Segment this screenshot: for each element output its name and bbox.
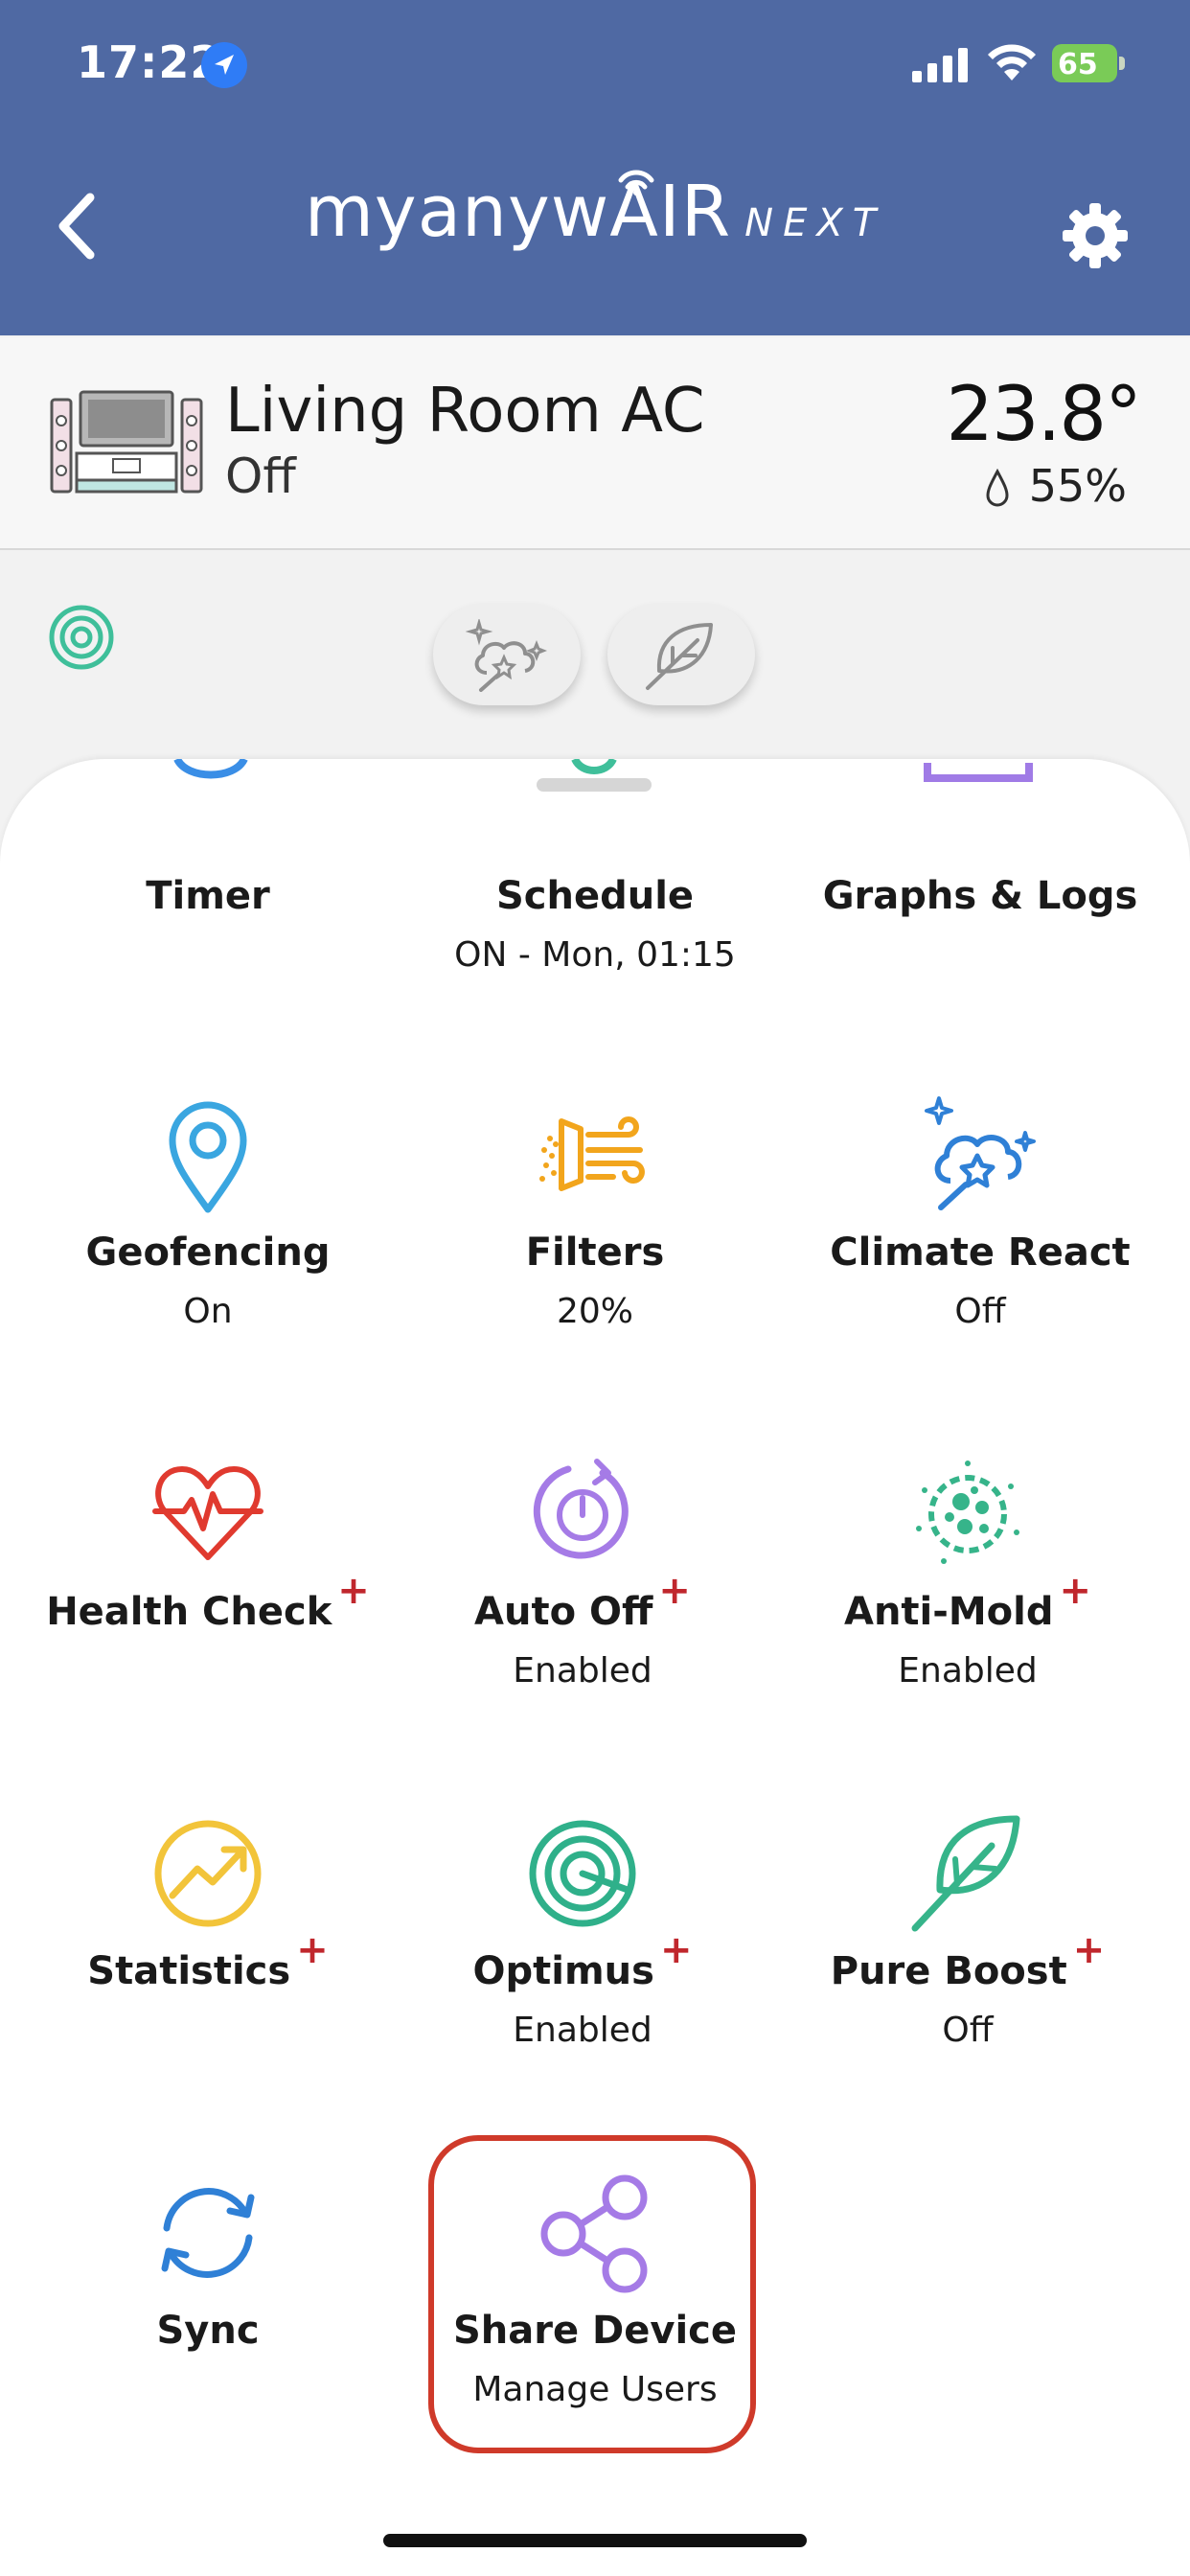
home-indicator[interactable] (383, 2534, 807, 2547)
current-humidity: 55% (985, 460, 1127, 512)
statistics-label: Statistics (87, 1949, 291, 1993)
share-device-highlight-box (428, 2135, 756, 2453)
schedule-label: Schedule (495, 874, 695, 918)
optimus-status: Enabled (513, 2011, 652, 2050)
timer-icon (173, 759, 248, 779)
device-power-state: Off (225, 448, 296, 504)
device-name: Living Room AC (225, 376, 705, 447)
auto-off-label: Auto Off (474, 1590, 653, 1634)
timer-label: Timer (146, 874, 270, 918)
climate-react-status: Off (954, 1292, 1006, 1331)
premium-plus-mark: + (296, 1928, 329, 1972)
brand-wifi-mark-icon (618, 170, 654, 196)
power-timer-icon (533, 1459, 629, 1559)
location-pin-icon (169, 1101, 247, 1213)
graphs-icon (924, 763, 1033, 782)
geofencing-tile[interactable]: Geofencing On (26, 1092, 390, 1331)
premium-plus-mark: + (1059, 1569, 1091, 1613)
current-temperature: 23.8° (946, 372, 1142, 458)
climate-react-icon (925, 1096, 1036, 1210)
anti-mold-tile[interactable]: Anti-Mold + Enabled (786, 1452, 1150, 1690)
leaf-quick-icon (646, 623, 713, 690)
graphs-logs-label: Graphs & Logs (822, 874, 1138, 918)
health-check-label: Health Check (46, 1590, 332, 1634)
pure-boost-status: Off (942, 2011, 994, 2050)
auto-off-status: Enabled (513, 1651, 652, 1690)
living-room-icon (50, 390, 203, 494)
battery-indicator: 65 (1052, 44, 1127, 82)
humidity-value: 55% (1028, 460, 1127, 512)
heart-pulse-icon (152, 1466, 263, 1560)
premium-plus-mark: + (658, 1569, 691, 1613)
auto-off-tile[interactable]: Auto Off + Enabled (400, 1452, 765, 1690)
statistics-tile[interactable]: Statistics + (26, 1811, 390, 1993)
pure-boost-label: Pure Boost (830, 1949, 1067, 1993)
climate-react-tile[interactable]: Climate React Off (798, 1092, 1162, 1331)
geofencing-label: Geofencing (85, 1230, 331, 1275)
anti-mold-icon (916, 1460, 1019, 1564)
trend-chart-icon (154, 1820, 262, 1927)
schedule-tile[interactable]: Schedule ON - Mon, 01:15 (413, 874, 777, 975)
optimus-tile[interactable]: Optimus + Enabled (400, 1811, 765, 2050)
sync-tile[interactable]: Sync (26, 2171, 390, 2353)
pure-boost-tile[interactable]: Pure Boost + Off (786, 1811, 1150, 2050)
filters-tile[interactable]: Filters 20% (413, 1092, 777, 1331)
anti-mold-status: Enabled (898, 1651, 1038, 1690)
premium-plus-mark: + (659, 1928, 693, 1972)
location-arrow-icon (201, 42, 247, 88)
optimus-quick-icon[interactable] (48, 604, 115, 671)
settings-gear-icon[interactable] (1059, 199, 1132, 272)
filters-label: Filters (525, 1230, 665, 1275)
brand-name: myanywAIR (304, 171, 732, 253)
brand-suffix: NEXT (744, 201, 886, 245)
cellular-signal-icon (912, 48, 968, 82)
optimus-label: Optimus (472, 1949, 654, 1993)
timer-tile[interactable]: Timer (26, 874, 390, 918)
status-time: 17:22 (77, 36, 222, 88)
health-check-tile[interactable]: Health Check + (26, 1452, 390, 1634)
leaf-icon (911, 1815, 1020, 1932)
premium-plus-mark: + (337, 1569, 370, 1613)
schedule-icon (571, 759, 617, 774)
sync-icon (161, 2188, 255, 2278)
schedule-status: ON - Mon, 01:15 (454, 935, 736, 975)
pure-boost-quick-button[interactable] (607, 604, 755, 705)
filter-airflow-icon (539, 1116, 645, 1191)
anti-mold-label: Anti-Mold (843, 1590, 1054, 1634)
humidity-drop-icon (986, 469, 1009, 507)
climate-react-label: Climate React (830, 1230, 1131, 1275)
climate-react-quick-button[interactable] (433, 604, 581, 705)
optimus-target-icon (529, 1820, 636, 1927)
climate-react-quick-icon (466, 619, 548, 692)
filters-status: 20% (556, 1292, 633, 1331)
sync-label: Sync (156, 2309, 260, 2353)
premium-plus-mark: + (1072, 1928, 1106, 1972)
geofencing-status: On (183, 1292, 233, 1331)
app-brand: myanywAIR NEXT (0, 171, 1190, 253)
graphs-logs-tile[interactable]: Graphs & Logs (798, 874, 1162, 918)
wifi-icon (988, 44, 1036, 80)
